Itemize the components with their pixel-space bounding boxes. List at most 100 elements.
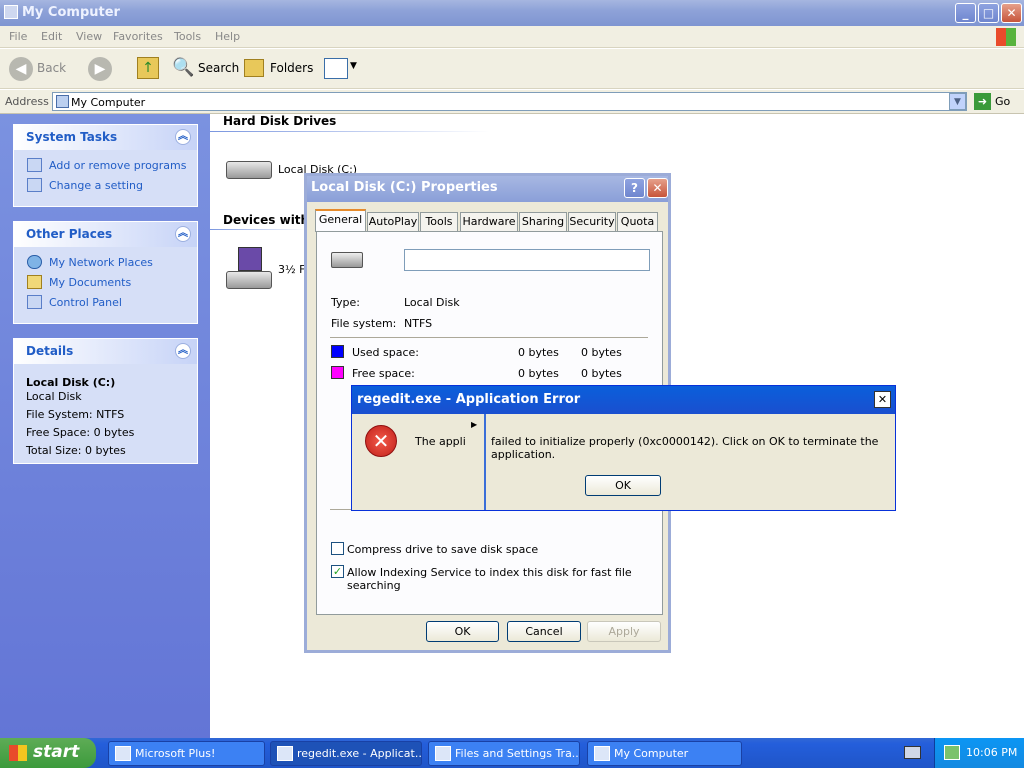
up-folder-icon[interactable]: ↑ (137, 57, 159, 79)
properties-close-button[interactable]: ✕ (647, 178, 668, 198)
indexing-checkbox[interactable]: ✓ (331, 565, 344, 578)
error-icon: ✕ (365, 425, 397, 457)
menu-help[interactable]: Help (215, 30, 240, 43)
divider (210, 229, 305, 230)
tab-sharing[interactable]: Sharing (519, 212, 567, 231)
tab-hardware[interactable]: Hardware (460, 212, 518, 231)
compress-label: Compress drive to save disk space (347, 543, 539, 556)
used-space-swatch (331, 345, 344, 358)
task-my-computer[interactable]: My Computer (587, 741, 742, 766)
other-places-panel: Other Places ︽ My Network Places My Docum… (13, 221, 198, 324)
start-label: start (33, 742, 80, 762)
windows-logo-icon (9, 745, 27, 761)
menu-view[interactable]: View (76, 30, 102, 43)
apply-button[interactable]: Apply (587, 621, 661, 642)
used-space-size: 0 bytes (581, 346, 622, 359)
address-dropdown-icon[interactable]: ▼ (949, 93, 966, 110)
menu-edit[interactable]: Edit (41, 30, 62, 43)
type-value: Local Disk (404, 296, 460, 309)
network-places-icon (27, 255, 42, 269)
hard-disk-drives-header: Hard Disk Drives (223, 114, 337, 128)
back-button[interactable]: Back (37, 61, 66, 75)
go-label: Go (995, 95, 1011, 108)
collapse-icon[interactable]: ︽ (175, 129, 191, 145)
indexing-label: Allow Indexing Service to index this dis… (347, 566, 632, 592)
start-button[interactable]: start (0, 738, 96, 768)
address-value: My Computer (71, 96, 146, 109)
floppy-label[interactable]: 3½ F (278, 263, 305, 276)
minimize-button[interactable]: _ (955, 3, 976, 23)
floppy-drive-icon[interactable] (226, 247, 274, 291)
views-icon[interactable] (324, 58, 348, 79)
folders-icon (244, 59, 264, 77)
collapse-icon[interactable]: ︽ (175, 226, 191, 242)
forward-arrow-icon[interactable]: ▶ (88, 57, 112, 81)
divider (330, 337, 648, 338)
tab-security[interactable]: Security (568, 212, 616, 231)
go-button[interactable]: ➜ Go (972, 92, 1022, 111)
compress-checkbox[interactable] (331, 542, 344, 555)
error-message: failed to initialize properly (0xc000014… (491, 435, 879, 461)
task-files-settings[interactable]: Files and Settings Tra... (428, 741, 580, 766)
tab-quota[interactable]: Quota (617, 212, 658, 231)
menu-file[interactable]: File (9, 30, 27, 43)
free-space-swatch (331, 366, 344, 379)
hard-disk-icon[interactable] (226, 155, 274, 183)
computer-icon (4, 5, 18, 19)
address-input[interactable]: My Computer ▼ (52, 92, 967, 111)
control-panel-icon (27, 295, 42, 309)
my-documents-link[interactable]: My Documents (14, 273, 197, 293)
error-dialog: regedit.exe - Application Error ✕ ✕ The … (351, 385, 896, 511)
app-icon (277, 746, 293, 761)
network-icon[interactable] (944, 745, 960, 760)
add-remove-programs-link[interactable]: Add or remove programs (14, 156, 197, 176)
error-close-button[interactable]: ✕ (874, 391, 891, 408)
error-ok-button[interactable]: OK (585, 475, 661, 496)
drive-icon (331, 252, 363, 268)
window-title: My Computer (22, 5, 120, 20)
control-panel-icon (27, 178, 42, 192)
maximize-button[interactable]: □ (978, 3, 999, 23)
tab-tools[interactable]: Tools (420, 212, 458, 231)
folders-button[interactable]: Folders (270, 61, 313, 75)
menu-tools[interactable]: Tools (174, 30, 201, 43)
error-title: regedit.exe - Application Error (357, 392, 581, 407)
toolbar: ◀ Back ▶ ↑ 🔍 Search Folders ▼ (0, 49, 1024, 89)
collapse-icon[interactable]: ︽ (175, 343, 191, 359)
details-free-space: Free Space: 0 bytes (26, 426, 135, 439)
error-titlebar[interactable]: regedit.exe - Application Error ✕ (352, 386, 895, 414)
window-titlebar[interactable]: My Computer _ □ ✕ (0, 0, 1024, 26)
other-places-header[interactable]: Other Places ︽ (14, 222, 197, 247)
cancel-button[interactable]: Cancel (507, 621, 581, 642)
computer-icon (56, 95, 69, 108)
details-filesystem: File System: NTFS (26, 408, 125, 421)
menu-bar: File Edit View Favorites Tools Help (0, 26, 1024, 48)
control-panel-link[interactable]: Control Panel (14, 293, 197, 313)
back-arrow-icon[interactable]: ◀ (9, 57, 33, 81)
task-regedit[interactable]: regedit.exe - Applicat... (270, 741, 422, 766)
menu-favorites[interactable]: Favorites (113, 30, 163, 43)
tab-general[interactable]: General (315, 209, 366, 232)
computer-icon (594, 746, 610, 761)
drive-label-input[interactable] (404, 249, 650, 271)
system-tasks-header[interactable]: System Tasks ︽ (14, 125, 197, 150)
go-arrow-icon: ➜ (974, 93, 991, 110)
help-button[interactable]: ? (624, 178, 645, 198)
my-network-places-link[interactable]: My Network Places (14, 253, 197, 273)
free-space-size: 0 bytes (581, 367, 622, 380)
free-space-label: Free space: (352, 367, 415, 380)
my-documents-icon (27, 275, 42, 289)
views-dropdown-icon[interactable]: ▼ (350, 61, 357, 71)
keyboard-icon[interactable] (904, 746, 921, 759)
change-setting-link[interactable]: Change a setting (14, 176, 197, 196)
details-header[interactable]: Details ︽ (14, 339, 197, 364)
task-microsoft-plus[interactable]: Microsoft Plus! (108, 741, 265, 766)
properties-titlebar[interactable]: Local Disk (C:) Properties ? ✕ (307, 176, 668, 202)
ok-button[interactable]: OK (426, 621, 499, 642)
close-button[interactable]: ✕ (1001, 3, 1022, 23)
app-icon (115, 746, 131, 761)
tab-autoplay[interactable]: AutoPlay (367, 212, 419, 231)
clock[interactable]: 10:06 PM (966, 746, 1017, 759)
free-space-bytes: 0 bytes (518, 367, 559, 380)
search-button[interactable]: Search (198, 61, 239, 75)
